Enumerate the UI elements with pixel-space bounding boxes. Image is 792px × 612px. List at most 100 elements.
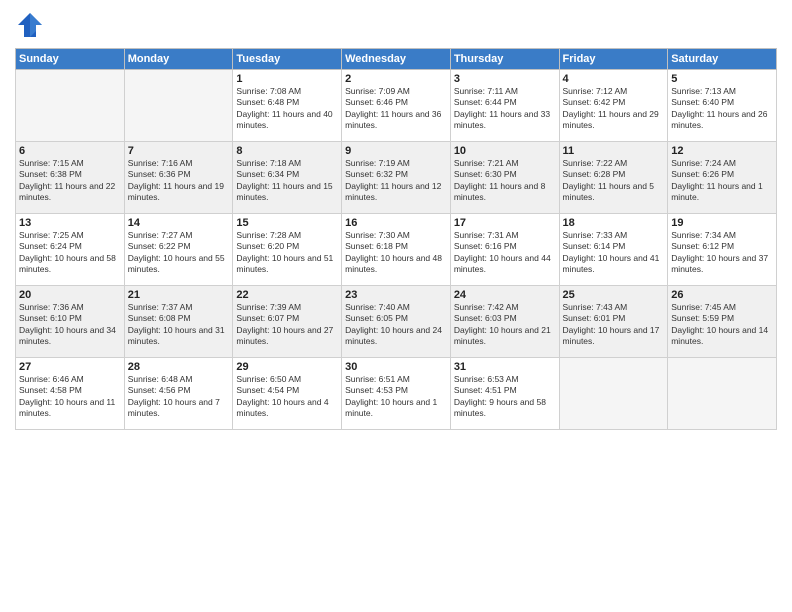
calendar-cell: 22Sunrise: 7:39 AM Sunset: 6:07 PM Dayli…: [233, 286, 342, 358]
day-number: 13: [19, 217, 121, 229]
calendar-cell: 13Sunrise: 7:25 AM Sunset: 6:24 PM Dayli…: [16, 214, 125, 286]
day-number: 12: [671, 145, 773, 157]
day-info: Sunrise: 7:31 AM Sunset: 6:16 PM Dayligh…: [454, 230, 556, 276]
day-number: 25: [563, 289, 665, 301]
calendar-cell: 9Sunrise: 7:19 AM Sunset: 6:32 PM Daylig…: [342, 142, 451, 214]
day-info: Sunrise: 7:34 AM Sunset: 6:12 PM Dayligh…: [671, 230, 773, 276]
day-number: 27: [19, 361, 121, 373]
day-info: Sunrise: 7:18 AM Sunset: 6:34 PM Dayligh…: [236, 158, 338, 204]
day-number: 6: [19, 145, 121, 157]
calendar-cell: 15Sunrise: 7:28 AM Sunset: 6:20 PM Dayli…: [233, 214, 342, 286]
week-row-1: 1Sunrise: 7:08 AM Sunset: 6:48 PM Daylig…: [16, 70, 777, 142]
logo-icon: [15, 10, 45, 40]
day-number: 31: [454, 361, 556, 373]
calendar-cell: 6Sunrise: 7:15 AM Sunset: 6:38 PM Daylig…: [16, 142, 125, 214]
day-info: Sunrise: 7:28 AM Sunset: 6:20 PM Dayligh…: [236, 230, 338, 276]
day-info: Sunrise: 7:21 AM Sunset: 6:30 PM Dayligh…: [454, 158, 556, 204]
day-info: Sunrise: 7:08 AM Sunset: 6:48 PM Dayligh…: [236, 86, 338, 132]
week-row-3: 13Sunrise: 7:25 AM Sunset: 6:24 PM Dayli…: [16, 214, 777, 286]
week-row-2: 6Sunrise: 7:15 AM Sunset: 6:38 PM Daylig…: [16, 142, 777, 214]
day-number: 20: [19, 289, 121, 301]
day-number: 22: [236, 289, 338, 301]
header-day-sunday: Sunday: [16, 49, 125, 70]
day-number: 29: [236, 361, 338, 373]
day-number: 28: [128, 361, 230, 373]
day-info: Sunrise: 6:48 AM Sunset: 4:56 PM Dayligh…: [128, 374, 230, 420]
calendar-cell: 14Sunrise: 7:27 AM Sunset: 6:22 PM Dayli…: [124, 214, 233, 286]
week-row-4: 20Sunrise: 7:36 AM Sunset: 6:10 PM Dayli…: [16, 286, 777, 358]
day-number: 1: [236, 73, 338, 85]
calendar-cell: 16Sunrise: 7:30 AM Sunset: 6:18 PM Dayli…: [342, 214, 451, 286]
calendar-cell: 11Sunrise: 7:22 AM Sunset: 6:28 PM Dayli…: [559, 142, 668, 214]
day-info: Sunrise: 7:19 AM Sunset: 6:32 PM Dayligh…: [345, 158, 447, 204]
day-number: 19: [671, 217, 773, 229]
calendar-cell: 20Sunrise: 7:36 AM Sunset: 6:10 PM Dayli…: [16, 286, 125, 358]
day-number: 11: [563, 145, 665, 157]
day-number: 8: [236, 145, 338, 157]
calendar-cell: 4Sunrise: 7:12 AM Sunset: 6:42 PM Daylig…: [559, 70, 668, 142]
day-number: 14: [128, 217, 230, 229]
calendar-cell: 28Sunrise: 6:48 AM Sunset: 4:56 PM Dayli…: [124, 358, 233, 430]
calendar-cell: 3Sunrise: 7:11 AM Sunset: 6:44 PM Daylig…: [450, 70, 559, 142]
header: [15, 10, 777, 40]
day-number: 7: [128, 145, 230, 157]
header-day-monday: Monday: [124, 49, 233, 70]
day-info: Sunrise: 7:30 AM Sunset: 6:18 PM Dayligh…: [345, 230, 447, 276]
calendar-cell: 25Sunrise: 7:43 AM Sunset: 6:01 PM Dayli…: [559, 286, 668, 358]
calendar-cell: 26Sunrise: 7:45 AM Sunset: 5:59 PM Dayli…: [668, 286, 777, 358]
calendar-cell: 21Sunrise: 7:37 AM Sunset: 6:08 PM Dayli…: [124, 286, 233, 358]
day-info: Sunrise: 7:24 AM Sunset: 6:26 PM Dayligh…: [671, 158, 773, 204]
day-info: Sunrise: 7:33 AM Sunset: 6:14 PM Dayligh…: [563, 230, 665, 276]
day-number: 4: [563, 73, 665, 85]
day-number: 24: [454, 289, 556, 301]
day-info: Sunrise: 7:27 AM Sunset: 6:22 PM Dayligh…: [128, 230, 230, 276]
day-number: 21: [128, 289, 230, 301]
day-number: 18: [563, 217, 665, 229]
calendar-cell: [124, 70, 233, 142]
day-info: Sunrise: 7:22 AM Sunset: 6:28 PM Dayligh…: [563, 158, 665, 204]
day-info: Sunrise: 7:11 AM Sunset: 6:44 PM Dayligh…: [454, 86, 556, 132]
day-number: 5: [671, 73, 773, 85]
day-info: Sunrise: 6:46 AM Sunset: 4:58 PM Dayligh…: [19, 374, 121, 420]
calendar-cell: 8Sunrise: 7:18 AM Sunset: 6:34 PM Daylig…: [233, 142, 342, 214]
calendar-cell: 7Sunrise: 7:16 AM Sunset: 6:36 PM Daylig…: [124, 142, 233, 214]
day-info: Sunrise: 6:51 AM Sunset: 4:53 PM Dayligh…: [345, 374, 447, 420]
day-info: Sunrise: 7:42 AM Sunset: 6:03 PM Dayligh…: [454, 302, 556, 348]
header-day-friday: Friday: [559, 49, 668, 70]
day-number: 23: [345, 289, 447, 301]
calendar-cell: 23Sunrise: 7:40 AM Sunset: 6:05 PM Dayli…: [342, 286, 451, 358]
logo: [15, 10, 49, 40]
header-row: SundayMondayTuesdayWednesdayThursdayFrid…: [16, 49, 777, 70]
day-info: Sunrise: 7:39 AM Sunset: 6:07 PM Dayligh…: [236, 302, 338, 348]
calendar-page: SundayMondayTuesdayWednesdayThursdayFrid…: [0, 0, 792, 612]
day-info: Sunrise: 6:53 AM Sunset: 4:51 PM Dayligh…: [454, 374, 556, 420]
calendar-cell: 19Sunrise: 7:34 AM Sunset: 6:12 PM Dayli…: [668, 214, 777, 286]
calendar-cell: 12Sunrise: 7:24 AM Sunset: 6:26 PM Dayli…: [668, 142, 777, 214]
day-info: Sunrise: 7:25 AM Sunset: 6:24 PM Dayligh…: [19, 230, 121, 276]
header-day-wednesday: Wednesday: [342, 49, 451, 70]
day-number: 30: [345, 361, 447, 373]
day-number: 15: [236, 217, 338, 229]
day-number: 9: [345, 145, 447, 157]
day-info: Sunrise: 7:43 AM Sunset: 6:01 PM Dayligh…: [563, 302, 665, 348]
day-number: 16: [345, 217, 447, 229]
calendar-table: SundayMondayTuesdayWednesdayThursdayFrid…: [15, 48, 777, 430]
calendar-cell: 18Sunrise: 7:33 AM Sunset: 6:14 PM Dayli…: [559, 214, 668, 286]
calendar-cell: 17Sunrise: 7:31 AM Sunset: 6:16 PM Dayli…: [450, 214, 559, 286]
calendar-cell: 24Sunrise: 7:42 AM Sunset: 6:03 PM Dayli…: [450, 286, 559, 358]
day-number: 26: [671, 289, 773, 301]
day-number: 2: [345, 73, 447, 85]
day-info: Sunrise: 7:15 AM Sunset: 6:38 PM Dayligh…: [19, 158, 121, 204]
calendar-cell: 30Sunrise: 6:51 AM Sunset: 4:53 PM Dayli…: [342, 358, 451, 430]
calendar-cell: 10Sunrise: 7:21 AM Sunset: 6:30 PM Dayli…: [450, 142, 559, 214]
calendar-cell: 31Sunrise: 6:53 AM Sunset: 4:51 PM Dayli…: [450, 358, 559, 430]
calendar-cell: 29Sunrise: 6:50 AM Sunset: 4:54 PM Dayli…: [233, 358, 342, 430]
day-info: Sunrise: 7:37 AM Sunset: 6:08 PM Dayligh…: [128, 302, 230, 348]
day-info: Sunrise: 7:13 AM Sunset: 6:40 PM Dayligh…: [671, 86, 773, 132]
calendar-cell: 2Sunrise: 7:09 AM Sunset: 6:46 PM Daylig…: [342, 70, 451, 142]
day-info: Sunrise: 6:50 AM Sunset: 4:54 PM Dayligh…: [236, 374, 338, 420]
calendar-cell: 5Sunrise: 7:13 AM Sunset: 6:40 PM Daylig…: [668, 70, 777, 142]
day-number: 17: [454, 217, 556, 229]
week-row-5: 27Sunrise: 6:46 AM Sunset: 4:58 PM Dayli…: [16, 358, 777, 430]
calendar-cell: [559, 358, 668, 430]
